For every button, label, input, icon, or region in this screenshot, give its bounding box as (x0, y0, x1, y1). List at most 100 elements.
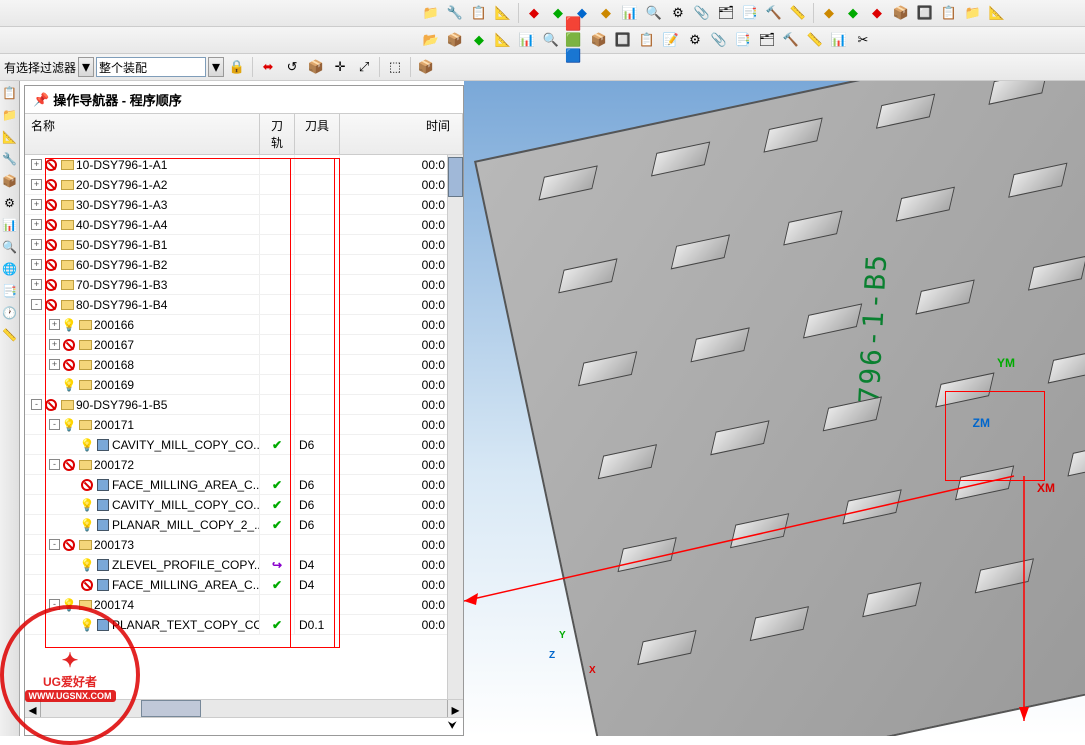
expand-toggle[interactable]: + (31, 259, 42, 270)
tool-icon[interactable]: 📐 (492, 29, 514, 51)
tool-icon[interactable]: 📐 (492, 2, 514, 24)
expand-toggle[interactable]: + (49, 359, 60, 370)
tool-icon[interactable]: 🗂 (756, 29, 778, 51)
tree-row[interactable]: +50-DSY796-1-B100:0 (25, 235, 463, 255)
expand-toggle[interactable]: + (49, 319, 60, 330)
collapse-icon[interactable]: ⮟ (448, 720, 457, 733)
expand-toggle[interactable]: + (31, 219, 42, 230)
col-path[interactable]: 刀轨 (260, 114, 295, 154)
lt-icon[interactable]: 📐 (2, 129, 18, 145)
tool-icon[interactable]: 🔧 (444, 2, 466, 24)
tool-icon[interactable]: 📁 (420, 2, 442, 24)
lt-icon[interactable]: 📋 (2, 85, 18, 101)
dropdown-icon[interactable]: ▾ (208, 57, 224, 77)
lt-icon[interactable]: ⚙ (2, 195, 18, 211)
tree-row[interactable]: 💡20016900:0 (25, 375, 463, 395)
tool-icon[interactable]: 📏 (787, 2, 809, 24)
tree-row[interactable]: +20016700:0 (25, 335, 463, 355)
lt-icon[interactable]: 📦 (2, 173, 18, 189)
expand-toggle[interactable]: + (31, 159, 42, 170)
tree-row[interactable]: +20016800:0 (25, 355, 463, 375)
tree-row[interactable]: +40-DSY796-1-A400:0 (25, 215, 463, 235)
expand-toggle[interactable]: + (31, 279, 42, 290)
tool-icon[interactable]: ◆ (842, 2, 864, 24)
tool-icon[interactable]: 📦 (415, 56, 437, 78)
expand-toggle[interactable]: + (49, 339, 60, 350)
lt-icon[interactable]: 📏 (2, 327, 18, 343)
pin-icon[interactable]: 📌 (33, 92, 49, 108)
tool-icon[interactable]: 🗂 (715, 2, 737, 24)
tool-icon[interactable]: 🔲 (612, 29, 634, 51)
lt-icon[interactable]: 📁 (2, 107, 18, 123)
tool-icon[interactable]: 📁 (962, 2, 984, 24)
tool-icon[interactable]: ◆ (523, 2, 545, 24)
tree-row[interactable]: +20-DSY796-1-A200:0 (25, 175, 463, 195)
lt-icon[interactable]: 📑 (2, 283, 18, 299)
expand-toggle[interactable]: + (31, 199, 42, 210)
tool-icon[interactable]: ⬚ (384, 56, 406, 78)
col-tool[interactable]: 刀具 (295, 114, 340, 154)
tool-icon[interactable]: 🟥🟩🟦 (564, 29, 586, 51)
col-name[interactable]: 名称 (25, 114, 260, 154)
tree-row[interactable]: -20017300:0 (25, 535, 463, 555)
tree-row[interactable]: +60-DSY796-1-B200:0 (25, 255, 463, 275)
tool-icon[interactable]: 📎 (691, 2, 713, 24)
tree-scrollbar[interactable] (447, 155, 463, 699)
tree-row[interactable]: 💡PLANAR_MILL_COPY_2_...✔D600:0 (25, 515, 463, 535)
tool-icon[interactable]: ✛ (329, 56, 351, 78)
tool-icon[interactable]: 📏 (804, 29, 826, 51)
assembly-select[interactable] (96, 57, 206, 77)
tree-row[interactable]: FACE_MILLING_AREA_C...✔D400:0 (25, 575, 463, 595)
tool-icon[interactable]: ⚙ (667, 2, 689, 24)
expand-toggle[interactable]: - (49, 539, 60, 550)
tool-icon[interactable]: ↺ (281, 56, 303, 78)
col-time[interactable]: 时间 (340, 114, 463, 154)
expand-toggle[interactable]: - (49, 419, 60, 430)
tool-icon[interactable]: 📋 (938, 2, 960, 24)
expand-toggle[interactable]: + (31, 179, 42, 190)
tool-icon[interactable]: 🔨 (780, 29, 802, 51)
tool-icon[interactable]: 🔍 (540, 29, 562, 51)
tool-icon[interactable]: ◆ (468, 29, 490, 51)
tool-icon[interactable]: 📦 (588, 29, 610, 51)
lt-icon[interactable]: 📊 (2, 217, 18, 233)
tool-icon[interactable]: ✂ (852, 29, 874, 51)
tool-icon[interactable]: ◆ (866, 2, 888, 24)
tree-row[interactable]: +💡20016600:0 (25, 315, 463, 335)
tool-icon[interactable]: 🔲 (914, 2, 936, 24)
lt-icon[interactable]: 🔍 (2, 239, 18, 255)
tool-icon[interactable]: ◆ (595, 2, 617, 24)
tool-icon[interactable]: 📑 (739, 2, 761, 24)
lt-icon[interactable]: 🔧 (2, 151, 18, 167)
tool-icon[interactable]: 📎 (708, 29, 730, 51)
tool-icon[interactable]: 🔒 (226, 56, 248, 78)
tool-icon[interactable]: 📦 (444, 29, 466, 51)
tree-row[interactable]: -💡20017100:0 (25, 415, 463, 435)
3d-viewport[interactable]: 796-1-B5 XM YM ZM X Y Z (464, 81, 1085, 736)
tool-icon[interactable]: ⚙ (684, 29, 706, 51)
tool-icon[interactable]: 🔍 (643, 2, 665, 24)
dropdown-icon[interactable]: ▾ (78, 57, 94, 77)
tree-row[interactable]: -80-DSY796-1-B400:0 (25, 295, 463, 315)
expand-toggle[interactable]: - (31, 299, 42, 310)
lt-icon[interactable]: 🌐 (2, 261, 18, 277)
tree-row[interactable]: 💡ZLEVEL_PROFILE_COPY...↪D400:0 (25, 555, 463, 575)
tool-icon[interactable]: 📋 (636, 29, 658, 51)
expand-toggle[interactable]: - (49, 459, 60, 470)
tool-icon[interactable]: 📊 (516, 29, 538, 51)
tool-icon[interactable]: 🔨 (763, 2, 785, 24)
tool-icon[interactable]: 📋 (468, 2, 490, 24)
tool-icon[interactable]: 📊 (619, 2, 641, 24)
tree-row[interactable]: +70-DSY796-1-B300:0 (25, 275, 463, 295)
tree-row[interactable]: -90-DSY796-1-B500:0 (25, 395, 463, 415)
tree-row[interactable]: FACE_MILLING_AREA_C...✔D600:0 (25, 475, 463, 495)
tree-row[interactable]: -20017200:0 (25, 455, 463, 475)
tool-icon[interactable]: ◆ (818, 2, 840, 24)
tree-row[interactable]: 💡CAVITY_MILL_COPY_CO...✔D600:0 (25, 495, 463, 515)
tool-icon[interactable]: ⬌ (257, 56, 279, 78)
expand-toggle[interactable]: - (31, 399, 42, 410)
expand-toggle[interactable]: + (31, 239, 42, 250)
tool-icon[interactable]: 📦 (305, 56, 327, 78)
tool-icon[interactable]: 📊 (828, 29, 850, 51)
tree-row[interactable]: +30-DSY796-1-A300:0 (25, 195, 463, 215)
